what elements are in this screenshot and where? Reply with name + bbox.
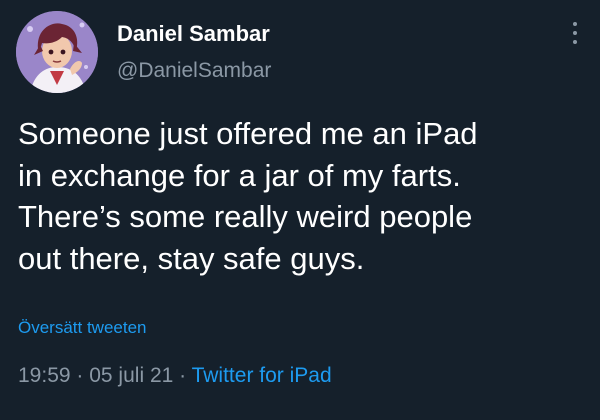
tweet-card: Daniel Sambar @DanielSambar Someone just… xyxy=(0,0,600,420)
meta-separator: · xyxy=(70,364,90,387)
tweet-text: Someone just offered me an iPad in excha… xyxy=(18,113,588,279)
more-options-icon[interactable] xyxy=(568,22,582,52)
tweet-text-line: There’s some really weird people xyxy=(18,199,473,234)
meta-separator: · xyxy=(173,364,192,387)
avatar[interactable] xyxy=(16,11,98,93)
tweet-text-line: in exchange for a jar of my farts. xyxy=(18,157,461,193)
more-dot xyxy=(573,22,577,26)
author-handle[interactable]: @DanielSambar xyxy=(117,59,271,83)
tweet-source-link[interactable]: Twitter for iPad xyxy=(192,364,332,387)
tweet-text-line: out there, stay safe guys. xyxy=(18,240,365,276)
author-display-name[interactable]: Daniel Sambar xyxy=(117,21,270,47)
more-dot xyxy=(573,40,577,44)
tweet-time[interactable]: 19:59 xyxy=(18,364,71,387)
tweet-text-line: Someone just offered me an iPad xyxy=(18,116,478,151)
more-dot xyxy=(573,31,577,35)
translate-tweet-link[interactable]: Översätt tweeten xyxy=(18,318,147,338)
avatar-illustration-icon xyxy=(16,11,98,93)
tweet-metadata: 19:59 · 05 juli 21 · Twitter for iPad xyxy=(18,364,332,388)
tweet-date[interactable]: 05 juli 21 xyxy=(89,364,173,387)
